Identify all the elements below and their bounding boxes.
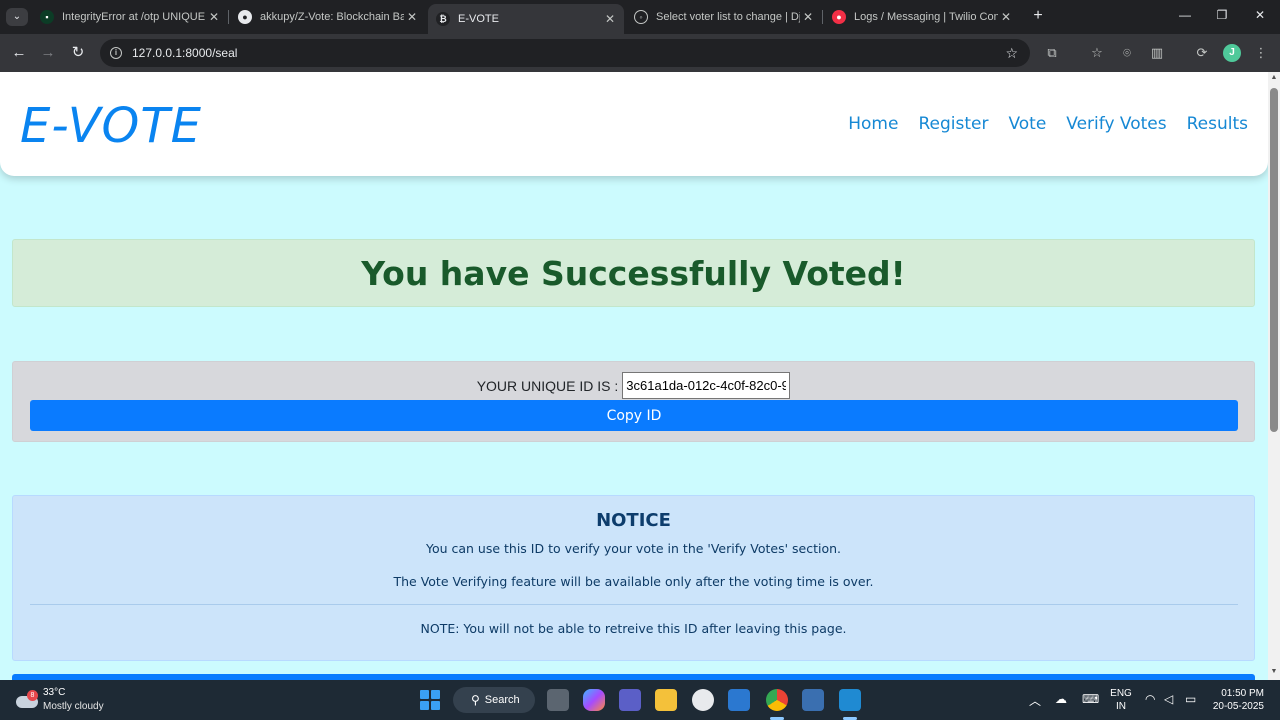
new-tab-button[interactable]: +: [1029, 8, 1047, 24]
region-code: IN: [1116, 701, 1126, 712]
notice-divider: [30, 604, 1238, 605]
browser-tab-1[interactable]: ▪ IntegrityError at /otp UNIQUE c ✕: [32, 4, 228, 30]
nav-link-verify-votes[interactable]: Verify Votes: [1066, 114, 1166, 134]
performance-icon[interactable]: ⟳: [1193, 44, 1211, 62]
vscode-icon[interactable]: [839, 689, 861, 711]
language-code: ENG: [1110, 688, 1132, 699]
minimize-window-icon[interactable]: —: [1175, 8, 1195, 22]
unique-id-row: YOUR UNIQUE ID IS :: [13, 372, 1254, 399]
dell-icon[interactable]: [692, 689, 714, 711]
back-arrow-icon[interactable]: ←: [9, 43, 29, 63]
weather-description[interactable]: Mostly cloudy: [43, 701, 104, 712]
remote-app-icon[interactable]: [728, 689, 750, 711]
notice-panel: NOTICE You can use this ID to verify you…: [12, 495, 1255, 661]
copy-id-button[interactable]: Copy ID: [30, 400, 1238, 431]
network-tool-icon[interactable]: [802, 689, 824, 711]
tab-divider: [822, 10, 823, 24]
extensions-icon[interactable]: ⧉: [1043, 44, 1061, 62]
success-heading: You have Successfully Voted!: [361, 253, 906, 293]
twilio-icon: ●: [832, 10, 846, 24]
url-text[interactable]: 127.0.0.1:8000/seal: [132, 46, 1005, 60]
site-nav-links: Home Register Vote Verify Votes Results: [828, 114, 1248, 134]
django-icon: ▪: [40, 10, 54, 24]
file-explorer-icon[interactable]: [655, 689, 677, 711]
bookmarks-icon[interactable]: ☆: [1088, 44, 1106, 62]
chrome-icon[interactable]: [766, 689, 788, 711]
unique-id-input[interactable]: [622, 372, 791, 399]
restore-window-icon[interactable]: ❐: [1212, 8, 1232, 22]
close-tab-icon[interactable]: ✕: [404, 10, 420, 24]
search-icon: ⚲: [471, 693, 480, 707]
tab-search-button[interactable]: ⌄: [6, 8, 28, 26]
nav-link-vote[interactable]: Vote: [1008, 114, 1046, 134]
forward-arrow-icon[interactable]: →: [38, 43, 58, 63]
taskbar-search-label: Search: [484, 694, 520, 706]
close-tab-icon[interactable]: ✕: [206, 10, 222, 24]
success-alert: You have Successfully Voted!: [12, 239, 1255, 307]
browser-tab-5[interactable]: ● Logs / Messaging | Twilio Conso ✕: [824, 4, 1020, 30]
notice-note: NOTE: You will not be able to retreive t…: [420, 621, 847, 636]
weather-cloud-icon[interactable]: 8: [16, 688, 38, 710]
browser-tab-3-active[interactable]: ₿ E-VOTE ✕: [428, 4, 624, 34]
wifi-icon[interactable]: ◠: [1145, 692, 1155, 706]
nav-link-register[interactable]: Register: [918, 114, 988, 134]
github-icon: ●: [238, 10, 252, 24]
language-indicator[interactable]: ENG IN: [1110, 687, 1132, 713]
tab-title: IntegrityError at /otp UNIQUE c: [62, 11, 206, 23]
nav-link-home[interactable]: Home: [848, 114, 898, 134]
scroll-up-icon[interactable]: ▲: [1270, 74, 1278, 84]
bitcoin-icon: ₿: [436, 12, 450, 26]
clock-date: 20-05-2025: [1212, 701, 1264, 712]
weather-badge: 8: [27, 690, 38, 701]
windows-start-icon[interactable]: [420, 690, 440, 710]
close-tab-icon[interactable]: ✕: [602, 12, 618, 26]
reload-icon[interactable]: ↻: [68, 43, 88, 63]
scroll-down-icon[interactable]: ▼: [1270, 668, 1278, 678]
taskbar-search[interactable]: ⚲ Search: [453, 687, 535, 713]
weather-temperature[interactable]: 33°C: [43, 687, 65, 698]
close-tab-icon[interactable]: ✕: [800, 10, 816, 24]
tab-title: akkupy/Z-Vote: Blockchain Bas: [260, 11, 404, 23]
menu-kebab-icon[interactable]: ⋮: [1252, 44, 1270, 62]
notice-line-1: You can use this ID to verify your vote …: [425, 541, 842, 556]
unique-id-panel: YOUR UNIQUE ID IS : Copy ID: [12, 361, 1255, 442]
battery-icon[interactable]: ▭: [1185, 692, 1196, 706]
site-navbar: E-VOTE Home Register Vote Verify Votes R…: [0, 72, 1268, 176]
page-viewport: E-VOTE Home Register Vote Verify Votes R…: [0, 72, 1268, 680]
unique-id-label: YOUR UNIQUE ID IS :: [476, 377, 619, 394]
tab-divider: [228, 10, 229, 24]
tab-title: Select voter list to change | Djan: [656, 11, 800, 23]
nav-link-results[interactable]: Results: [1187, 114, 1248, 134]
browser-tab-2[interactable]: ● akkupy/Z-Vote: Blockchain Bas ✕: [230, 4, 426, 30]
scrollbar-thumb[interactable]: [1270, 88, 1278, 432]
browser-toolbar: ← → ↻ i 127.0.0.1:8000/seal ☆ ⧉ ☆ ⌾ ▥ ⟳ …: [0, 34, 1280, 72]
browser-tab-4[interactable]: ◦ Select voter list to change | Djan ✕: [626, 4, 822, 30]
notice-title: NOTICE: [596, 510, 671, 531]
onedrive-icon[interactable]: ☁: [1055, 692, 1067, 706]
show-hidden-icons-chevron-icon[interactable]: ︿: [1029, 692, 1041, 709]
volume-icon[interactable]: ◁: [1164, 692, 1173, 706]
bookmark-star-icon[interactable]: ☆: [1005, 45, 1018, 62]
page-scrollbar[interactable]: ▲ ▼: [1268, 72, 1280, 680]
close-window-icon[interactable]: ✕: [1250, 8, 1270, 22]
tab-title: Logs / Messaging | Twilio Conso: [854, 11, 998, 23]
reading-mode-icon[interactable]: ▥: [1148, 44, 1166, 62]
clock-time: 01:50 PM: [1221, 688, 1264, 699]
address-bar[interactable]: i 127.0.0.1:8000/seal ☆: [100, 39, 1030, 67]
task-view-icon[interactable]: [547, 689, 569, 711]
site-brand-logo[interactable]: E-VOTE: [20, 98, 202, 154]
site-info-icon[interactable]: i: [110, 47, 122, 59]
globe-icon: ◦: [634, 10, 648, 24]
copilot-icon[interactable]: [583, 689, 605, 711]
screenshot-icon[interactable]: ⌾: [1118, 44, 1136, 62]
teams-icon[interactable]: [619, 689, 641, 711]
system-clock[interactable]: 01:50 PM 20-05-2025: [1208, 687, 1264, 713]
windows-taskbar: 8 33°C Mostly cloudy ⚲ Search ︿ ☁ ⌨ ENG …: [0, 680, 1280, 720]
tab-title: E-VOTE: [458, 13, 499, 25]
keyboard-icon[interactable]: ⌨: [1082, 692, 1099, 706]
profile-avatar[interactable]: J: [1223, 44, 1241, 62]
close-tab-icon[interactable]: ✕: [998, 10, 1014, 24]
browser-tab-strip: ⌄ ▪ IntegrityError at /otp UNIQUE c ✕ ● …: [0, 0, 1280, 34]
notice-line-2: The Vote Verifying feature will be avail…: [393, 574, 874, 589]
